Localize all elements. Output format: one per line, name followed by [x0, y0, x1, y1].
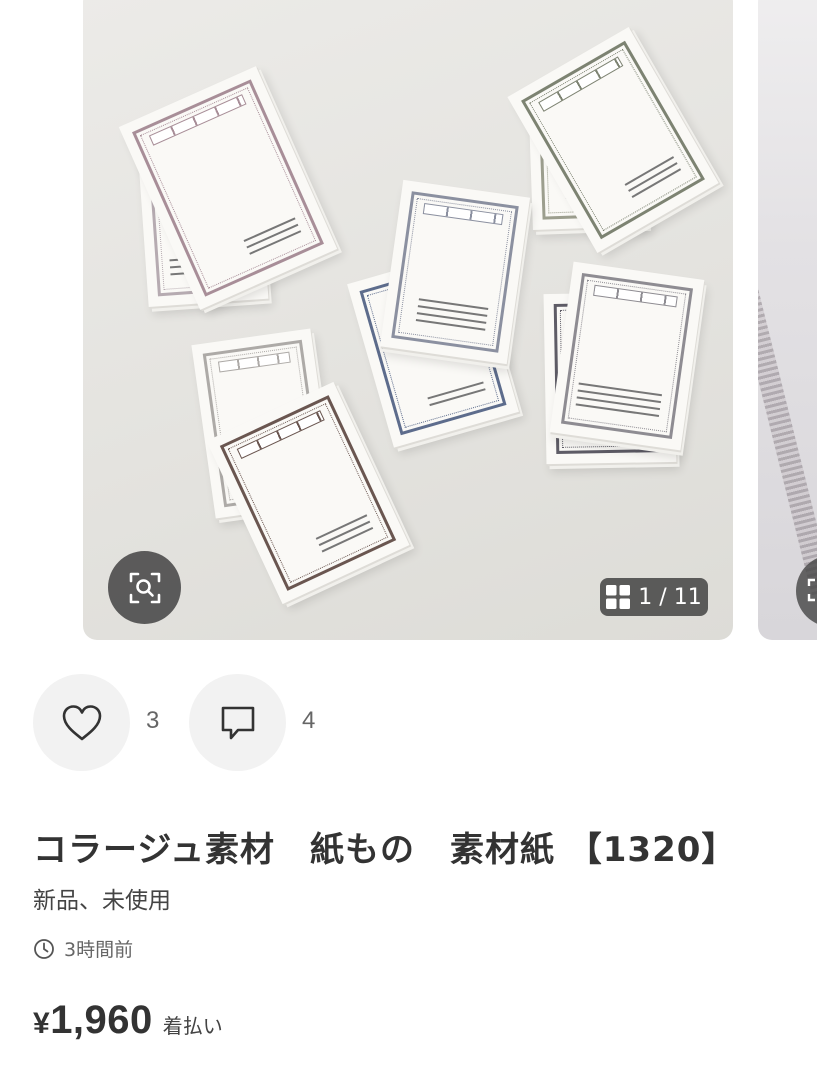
photo-memo-pad: [379, 179, 531, 365]
like-button[interactable]: [33, 674, 130, 771]
zoom-scan-icon: [129, 572, 160, 603]
heart-icon: [62, 704, 101, 740]
product-photo[interactable]: [83, 0, 733, 640]
page-separator: /: [659, 584, 667, 610]
image-counter-text: 1 / 11: [638, 585, 701, 610]
shipping-label: 着払い: [162, 1014, 223, 1038]
current-page: 1: [638, 584, 653, 610]
next-product-photo[interactable]: [758, 0, 817, 640]
price-row: ¥1,960 着払い: [33, 998, 223, 1043]
currency-symbol: ¥: [33, 1007, 51, 1040]
image-carousel[interactable]: 1 / 11: [0, 0, 817, 642]
total-pages: 11: [673, 584, 702, 610]
like-count: 3: [146, 707, 160, 734]
photo-memo-pad: [549, 261, 705, 451]
item-price: ¥1,960: [33, 998, 153, 1043]
comment-button[interactable]: [189, 674, 286, 771]
comment-icon: [221, 706, 254, 739]
grid-icon: [606, 585, 631, 609]
image-counter[interactable]: 1 / 11: [600, 578, 708, 616]
item-condition: 新品、未使用: [33, 888, 171, 914]
zoom-icon: [796, 555, 817, 627]
clock-icon: [34, 938, 54, 959]
zoom-button[interactable]: [108, 551, 181, 624]
posted-time: 3時間前: [33, 935, 133, 962]
posted-time-text: 3時間前: [64, 939, 134, 961]
comment-count: 4: [302, 707, 316, 734]
price-value: 1,960: [50, 998, 153, 1042]
item-title: コラージュ素材 紙もの 素材紙 【1320】: [33, 830, 737, 870]
